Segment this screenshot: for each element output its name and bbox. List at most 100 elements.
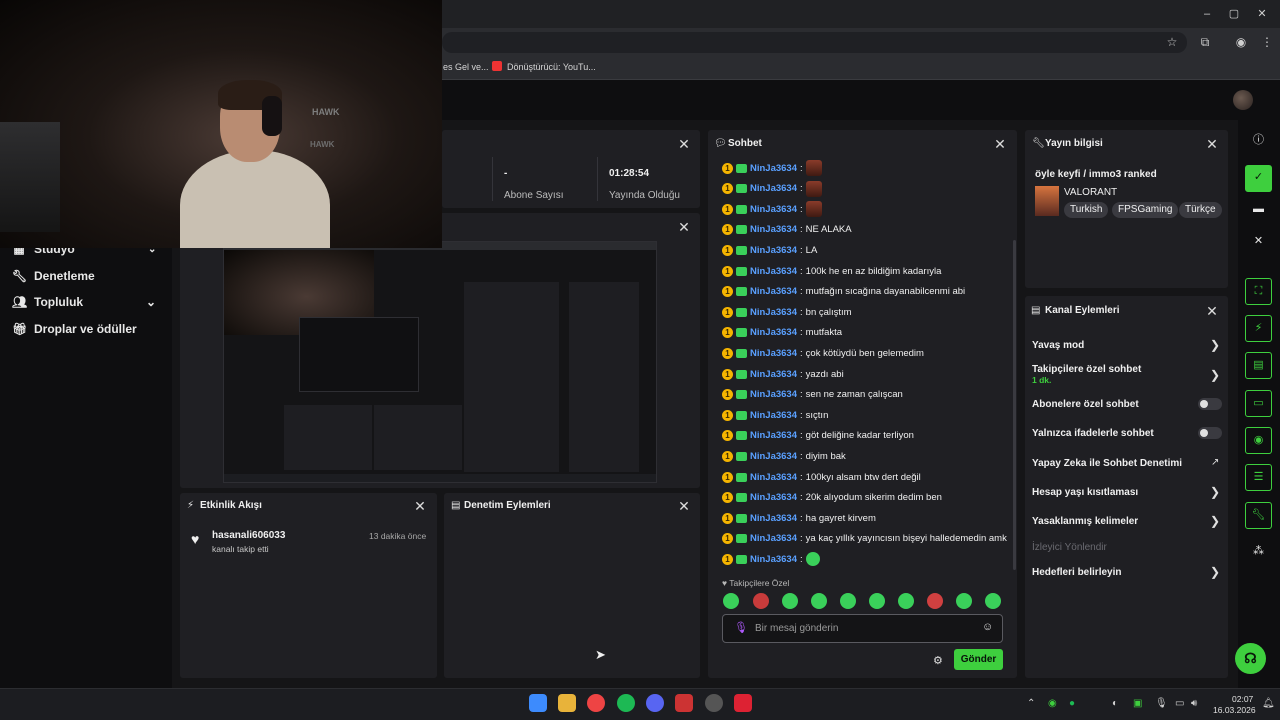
sidebar-item-community[interactable]: 👥︎ Topluluk ⌄ [12,295,162,309]
emote-button[interactable] [723,593,739,609]
chat-bubble-icon[interactable]: ▭ [1245,390,1272,417]
file-explorer-icon[interactable] [558,694,576,712]
chat-message[interactable]: 1 NinJa3634: [722,180,822,197]
emote-button[interactable] [956,593,972,609]
chat-username[interactable]: NinJa3634 [750,492,797,503]
bookmark-star-icon[interactable]: ☆ [1164,34,1180,50]
chat-username[interactable]: NinJa3634 [750,266,797,277]
emote-button[interactable] [840,593,856,609]
chevron-right-icon[interactable]: ❯ [1210,368,1220,382]
chat-message[interactable]: 1 NinJa3634: ya kaç yıllık yayıncısın bişe… [722,531,1007,547]
tag[interactable]: Türkçe [1179,202,1222,218]
spotify-icon[interactable] [617,694,635,712]
chat-input-placeholder[interactable]: Bir mesaj gönderin [755,623,838,634]
emoji-icon[interactable]: ☺ [982,621,993,633]
chat-username[interactable]: NinJa3634 [750,204,797,215]
external-link-icon[interactable]: ↗ [1211,457,1219,468]
close-icon[interactable]: ✕ [677,220,691,234]
shapes-icon[interactable]: ⁂ [1245,539,1272,566]
emote-button[interactable] [782,593,798,609]
document-icon[interactable]: ▤ [1245,352,1272,379]
wrench-icon[interactable]: 🔧︎ [1245,502,1272,529]
close-icon[interactable]: ✕ [677,137,691,151]
tray-app-icon[interactable]: ◉ [1048,698,1057,709]
panels-icon[interactable]: ☰ [1245,464,1272,491]
chat-message[interactable]: 1 NinJa3634: LA [722,242,817,258]
start-menu-icon[interactable] [529,694,547,712]
app-icon[interactable] [675,694,693,712]
chat-message[interactable]: 1 NinJa3634:100k he en az bildiğim kadarı… [722,263,941,279]
emote-button[interactable] [927,593,943,609]
microphone-icon[interactable]: 🎙︎ [734,621,748,634]
close-icon[interactable]: ✕ [677,499,691,513]
tray-chevron-up-icon[interactable]: ⌃ [1027,698,1035,709]
chat-username[interactable]: NinJa3634 [750,163,797,174]
tray-discord-icon[interactable]: ◐ [1112,698,1118,709]
close-window-button[interactable]: ✕ [1254,6,1270,22]
info-icon[interactable]: ⓘ [1245,128,1272,155]
chat-scrollbar[interactable] [1013,240,1016,570]
account-age-item[interactable]: Hesap yaşı kısıtlaması [1032,487,1138,498]
chat-message[interactable]: 1 NinJa3634: [722,201,822,218]
chat-message[interactable]: 1 NinJa3634: NE ALAKA [722,222,852,238]
chat-message[interactable]: 1 NinJa3634: ha gayret kirvem [722,510,876,526]
chat-username[interactable]: NinJa3634 [750,410,797,421]
tray-volume-icon[interactable]: 🔊︎ [1191,698,1197,709]
stream-preview-video[interactable] [223,241,657,483]
notifications-icon[interactable]: 🔔︎ [1262,698,1275,709]
close-icon[interactable]: ✕ [1205,137,1219,151]
lightning-icon[interactable]: ⚡︎ [1245,315,1272,342]
emote-button[interactable] [811,593,827,609]
emote-only-toggle[interactable] [1198,427,1222,439]
maximize-button[interactable]: ▢ [1226,6,1242,22]
tray-network-icon[interactable]: ▭ [1175,698,1184,709]
chat-username[interactable]: NinJa3634 [750,183,797,194]
ai-moderation-item[interactable]: Yapay Zeka ile Sohbet Denetimi [1032,458,1182,469]
chat-username[interactable]: NinJa3634 [750,451,797,462]
subscribers-only-toggle[interactable] [1198,398,1222,410]
chat-message[interactable]: 1 NinJa3634:100kyı alsam btw dert değil [722,469,921,485]
chat-message[interactable]: 1 NinJa3634: [722,551,820,567]
emote-button[interactable] [985,593,1001,609]
extensions-icon[interactable]: ⧉ [1197,34,1213,50]
chat-message[interactable]: 1 NinJa3634: çok kötüydü ben gelemedim [722,345,924,361]
send-button[interactable]: Gönder [954,649,1003,670]
chat-message[interactable]: 1 NinJa3634: sen ne zaman çalışcan [722,387,903,403]
tray-spotify-icon[interactable]: ● [1069,698,1075,709]
chat-username[interactable]: NinJa3634 [750,389,797,400]
chat-username[interactable]: NinJa3634 [750,224,797,235]
close-icon[interactable]: ✕ [1205,304,1219,318]
fullscreen-icon[interactable]: ⛶ [1245,278,1272,305]
chevron-right-icon[interactable]: ❯ [1210,565,1220,579]
avatar[interactable] [1233,90,1253,110]
sidebar-item-moderation[interactable]: 🔧︎ Denetleme [12,269,95,283]
layout-icon[interactable]: ▬ [1245,197,1272,224]
app-icon[interactable] [705,694,723,712]
minimize-button[interactable]: – [1199,6,1215,22]
menu-dots-icon[interactable]: ⋮ [1259,34,1275,50]
address-bar[interactable] [442,32,1187,53]
emote-button[interactable] [898,593,914,609]
bookmark-item[interactable]: es Gel ve... [443,62,489,72]
chat-message[interactable]: 1 NinJa3634: mutfakta [722,325,842,341]
chat-username[interactable]: NinJa3634 [750,369,797,380]
close-icon[interactable]: ✕ [993,137,1007,151]
chat-username[interactable]: NinJa3634 [750,533,797,544]
emote-button[interactable] [753,593,769,609]
followers-only-chat-item[interactable]: Takipçilere özel sohbet [1032,364,1141,375]
chat-message[interactable]: 1 NinJa3634:20k alıyodum sikerim dedim be… [722,490,942,506]
chat-username[interactable]: NinJa3634 [750,245,797,256]
support-headset-icon[interactable]: ☊ [1235,643,1266,674]
bookmark-item[interactable]: Dönüştürücü: YouTu... [507,62,596,72]
chat-message[interactable]: 1 NinJa3634: bn çalıştım [722,304,852,320]
chat-message[interactable]: 1 NinJa3634: diyim bak [722,448,846,464]
chat-username[interactable]: NinJa3634 [750,513,797,524]
chat-username[interactable]: NinJa3634 [750,554,797,565]
chat-username[interactable]: NinJa3634 [750,430,797,441]
broadcast-icon[interactable]: ◉ [1245,427,1272,454]
game-name[interactable]: VALORANT [1064,187,1117,198]
clock-time[interactable]: 02:07 [1232,694,1253,704]
tray-app-icon[interactable]: ▣ [1133,698,1142,709]
chevron-right-icon[interactable]: ❯ [1210,338,1220,352]
tag[interactable]: FPSGaming [1112,202,1179,218]
